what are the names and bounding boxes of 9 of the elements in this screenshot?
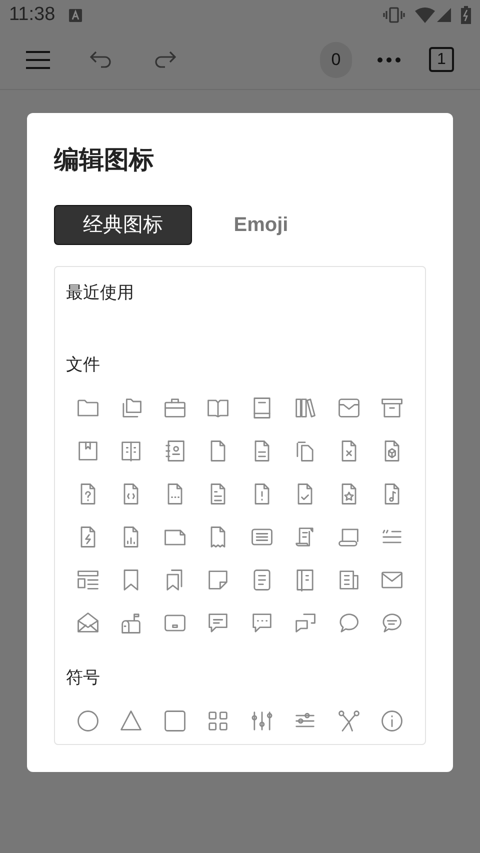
- dialog-title: 编辑图标: [54, 145, 155, 175]
- counter-button[interactable]: 0: [320, 42, 352, 78]
- section-heading: 最近使用: [66, 282, 135, 304]
- status-time: 11:38: [9, 2, 56, 27]
- tab[interactable]: Emoji: [192, 205, 330, 245]
- tab[interactable]: 经典图标: [54, 205, 192, 245]
- page-button[interactable]: 1: [429, 47, 454, 72]
- section-heading: 符号: [66, 667, 101, 689]
- section-heading: 文件: [66, 354, 101, 376]
